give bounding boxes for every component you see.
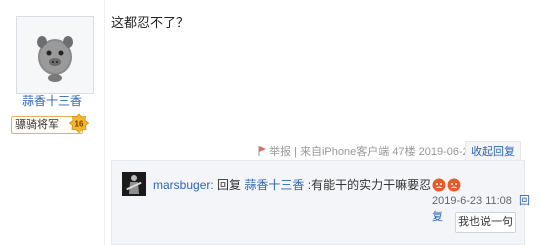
reply-username[interactable]: marsbuger: bbox=[153, 178, 214, 192]
level-number: 16 bbox=[75, 120, 84, 129]
author-avatar[interactable] bbox=[16, 16, 94, 94]
author-name[interactable]: 蒜香十三香 bbox=[0, 92, 104, 109]
report-icon bbox=[258, 145, 267, 161]
pig-face-avatar-icon bbox=[37, 36, 73, 82]
reply-user-avatar[interactable] bbox=[122, 172, 146, 196]
guitarist-avatar-icon bbox=[122, 172, 146, 196]
reply-text: :有能干的实力干嘛要忍 bbox=[307, 178, 432, 192]
report-label: 举报 bbox=[269, 146, 291, 158]
reply-content: marsbuger: 回复 蒜香十三香 :有能干的实力干嘛要忍 bbox=[153, 176, 461, 195]
add-comment-button[interactable]: 我也说一句 bbox=[455, 212, 516, 233]
reply-timestamp: 2019-6-23 11:08 bbox=[432, 195, 512, 207]
reply-target[interactable]: 蒜香十三香 bbox=[244, 178, 304, 192]
reply-word: 回复 bbox=[217, 178, 242, 192]
meta-separator: | bbox=[294, 146, 297, 158]
post-content: 这都忍不了？ bbox=[111, 15, 190, 30]
collapse-replies-button[interactable]: 收起回复 bbox=[465, 141, 521, 161]
post-source: 来自iPhone客户端 bbox=[299, 146, 390, 158]
report-link[interactable]: 举报 bbox=[258, 146, 291, 158]
rank-badge[interactable]: 骠骑将军 16 bbox=[11, 113, 90, 134]
level-medal-icon: 16 bbox=[68, 113, 90, 140]
rank-badge-label: 骠骑将军 bbox=[15, 119, 59, 131]
floor-number: 47楼 bbox=[392, 146, 416, 158]
author-panel: 蒜香十三香 骠骑将军 16 bbox=[0, 0, 105, 245]
